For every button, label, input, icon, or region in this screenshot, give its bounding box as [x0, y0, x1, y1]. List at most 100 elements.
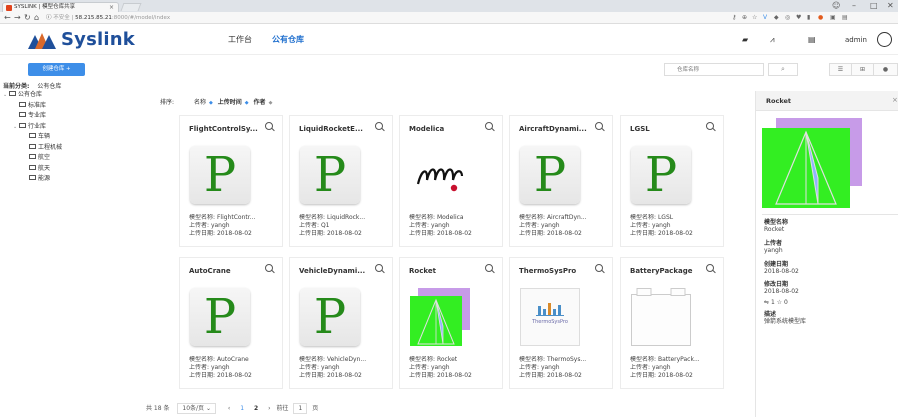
extension-icon[interactable]: ●: [818, 13, 823, 23]
search-icon[interactable]: [485, 122, 495, 132]
card-title[interactable]: BatteryPackage: [630, 266, 702, 276]
nav-tab-public-repo[interactable]: 公有仓库: [272, 34, 304, 46]
model-card[interactable]: BatteryPackage 模型名称: BatteryPack... 上传者: y…: [620, 257, 724, 389]
mail-icon[interactable]: ▤: [808, 34, 816, 46]
model-card[interactable]: LiquidRocketE... P 模型名称: LiquidRock... 上传者:…: [289, 115, 393, 247]
card-title[interactable]: LGSL: [630, 124, 702, 134]
card-title[interactable]: LiquidRocketE...: [299, 124, 371, 134]
close-window-button[interactable]: ✕: [887, 0, 894, 11]
tree-item[interactable]: 车辆: [23, 132, 50, 141]
model-thumbnail[interactable]: P: [190, 146, 250, 204]
prev-page-icon[interactable]: ‹: [228, 404, 230, 413]
extension-icon[interactable]: ◎: [785, 13, 790, 23]
new-tab-button[interactable]: [120, 3, 142, 11]
extension-icon[interactable]: ▣: [830, 13, 836, 23]
search-icon[interactable]: [375, 122, 385, 132]
model-thumbnail[interactable]: P: [631, 146, 691, 204]
model-card[interactable]: VehicleDynami... P 模型名称: VehicleDyn... 上传者:…: [289, 257, 393, 389]
model-card[interactable]: ThermoSysPro ThermoSysPro 模型名称: ThermoSys.…: [509, 257, 613, 389]
model-card[interactable]: LGSL P 模型名称: LGSL 上传者: yangh 上传日期: 2018-08-0…: [620, 115, 724, 247]
pocket-icon[interactable]: ♥: [796, 13, 801, 23]
model-thumbnail[interactable]: P: [300, 146, 360, 204]
grid-view-button[interactable]: ⊞: [851, 63, 874, 76]
extension-v-icon[interactable]: V: [763, 13, 767, 23]
forward-icon[interactable]: →: [14, 12, 21, 24]
model-thumbnail[interactable]: ThermoSysPro: [520, 288, 580, 346]
search-icon[interactable]: [265, 264, 275, 274]
info-view-button[interactable]: ●: [873, 63, 898, 76]
model-card[interactable]: Rocket 模型名称: Rocket 上传者: yangh 上传日期: 2018-0…: [399, 257, 503, 389]
card-title[interactable]: ThermoSysPro: [519, 266, 591, 276]
chart-icon[interactable]: ⩘: [770, 34, 775, 46]
model-thumbnail[interactable]: [410, 288, 470, 346]
search-icon[interactable]: [265, 122, 275, 132]
sort-option-author[interactable]: 作者: [254, 99, 266, 106]
extension-icon[interactable]: ◆: [774, 13, 779, 23]
model-card[interactable]: AutoCrane P 模型名称: AutoCrane 上传者: yangh 上传日期:…: [179, 257, 283, 389]
page-2[interactable]: 2: [254, 404, 258, 413]
home-icon[interactable]: ⌂: [34, 12, 39, 24]
model-thumbnail[interactable]: [631, 288, 691, 346]
maximize-button[interactable]: □: [870, 0, 878, 11]
tree-item[interactable]: 航天: [23, 164, 50, 173]
extension-icon[interactable]: ▮: [807, 13, 810, 23]
model-thumbnail[interactable]: P: [300, 288, 360, 346]
sort-arrow-icon[interactable]: ◆: [209, 100, 213, 106]
avatar-icon[interactable]: [877, 32, 892, 47]
back-icon[interactable]: ←: [4, 12, 11, 24]
browser-tab[interactable]: SYSLINK | 模型仓库共享 ×: [2, 2, 119, 12]
tree-item[interactable]: 标准库: [13, 101, 46, 110]
tree-item[interactable]: 工程机械: [23, 143, 62, 152]
key-icon[interactable]: ⚷: [732, 13, 736, 23]
per-page-select[interactable]: 10条/页 ⌄: [177, 403, 216, 414]
zoom-icon[interactable]: ⊕: [742, 13, 747, 23]
next-page-icon[interactable]: ›: [268, 404, 270, 413]
page-1[interactable]: 1: [240, 404, 244, 413]
search-icon[interactable]: [375, 264, 385, 274]
search-icon[interactable]: [595, 264, 605, 274]
close-icon[interactable]: ×: [892, 95, 898, 105]
repo-search-input[interactable]: [664, 63, 764, 76]
username[interactable]: admin: [845, 35, 867, 45]
card-title[interactable]: Rocket: [409, 266, 481, 276]
search-icon[interactable]: [706, 264, 716, 274]
user-profile-icon[interactable]: ☺: [832, 0, 840, 11]
book-icon[interactable]: ▰: [742, 34, 748, 46]
tree-item[interactable]: ⌄ 公有仓库: [3, 90, 42, 100]
model-card[interactable]: Modelica 模型名称: Modelica 上传者: yangh 上传日期: 20…: [399, 115, 503, 247]
url-field[interactable]: ⓘ 不安全 | 58.215.85.21:8000/#/model/index: [46, 13, 170, 23]
list-view-button[interactable]: ☰: [829, 63, 852, 76]
minimize-button[interactable]: –: [852, 0, 856, 11]
tree-item[interactable]: 专业库: [13, 111, 46, 120]
card-meta: 模型名称: AircraftDyn... 上传者: yangh 上传日期: 2018…: [519, 214, 609, 238]
tree-item[interactable]: ⌄ 行业库: [13, 122, 46, 132]
model-card[interactable]: AircraftDynami... P 模型名称: AircraftDyn... 上传…: [509, 115, 613, 247]
detail-header: Rocket ×: [756, 91, 898, 111]
search-icon[interactable]: [595, 122, 605, 132]
search-button[interactable]: ⌕: [768, 63, 798, 76]
model-thumbnail[interactable]: P: [520, 146, 580, 204]
tab-close-icon[interactable]: ×: [109, 3, 114, 12]
goto-page-input[interactable]: 1: [293, 403, 308, 414]
reload-icon[interactable]: ↻: [24, 12, 31, 24]
tree-item[interactable]: 航空: [23, 153, 50, 162]
sort-arrow-icon[interactable]: ◆: [245, 100, 249, 106]
model-thumbnail[interactable]: P: [190, 288, 250, 346]
sort-option-name[interactable]: 名称: [194, 99, 206, 106]
sort-option-upload-time[interactable]: 上传时间: [218, 99, 242, 106]
model-card[interactable]: FlightControlSy... P 模型名称: FlightContr... 上…: [179, 115, 283, 247]
card-title[interactable]: Modelica: [409, 124, 481, 134]
card-title[interactable]: FlightControlSy...: [189, 124, 261, 134]
nav-tab-workbench[interactable]: 工作台: [228, 34, 252, 46]
model-thumbnail[interactable]: [410, 146, 470, 204]
card-title[interactable]: AircraftDynami...: [519, 124, 591, 134]
sort-arrow-icon[interactable]: ◆: [269, 100, 273, 106]
search-icon[interactable]: [706, 122, 716, 132]
card-title[interactable]: AutoCrane: [189, 266, 261, 276]
search-icon[interactable]: [485, 264, 495, 274]
extension-icon[interactable]: ▤: [842, 13, 848, 23]
card-title[interactable]: VehicleDynami...: [299, 266, 371, 276]
bookmark-star-icon[interactable]: ☆: [752, 13, 757, 23]
tree-item[interactable]: 能源: [23, 174, 50, 183]
create-repo-button[interactable]: 创建仓库 +: [28, 63, 85, 76]
